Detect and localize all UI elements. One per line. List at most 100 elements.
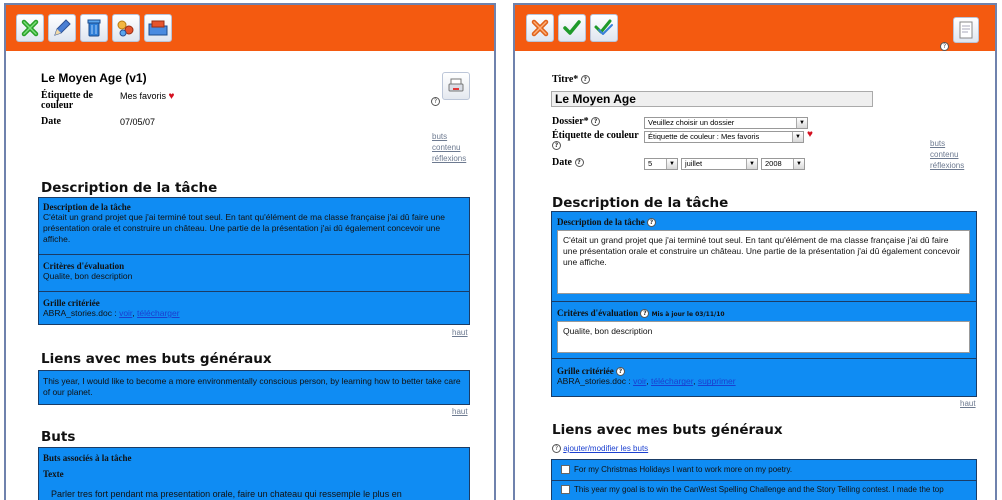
grid-download-link[interactable]: télécharger [651, 376, 693, 386]
folder-select-value: Veuillez choisir un dossier [648, 118, 735, 127]
description-box-title: Description de la tâche ? [557, 217, 656, 228]
link-contenu[interactable]: contenu [432, 143, 460, 152]
description-box-title-text: Description de la tâche [557, 217, 645, 227]
grid-title: Grille critériée [43, 298, 100, 308]
link-reflexions[interactable]: réflexions [930, 161, 964, 170]
edit-toolbar: ? [515, 5, 995, 51]
help-icon[interactable]: ? [615, 367, 625, 377]
link-buts[interactable]: buts [432, 132, 447, 141]
etiquette-label: Étiquette de couleur? [552, 131, 639, 151]
chevron-down-icon: ▼ [746, 159, 757, 169]
tag-value: Mes favoris ♥ [120, 91, 174, 102]
buts-box-title: Buts associés à la tâche [43, 453, 132, 463]
title-input[interactable]: Le Moyen Age [551, 91, 873, 107]
goals-text: This year, I would like to become a more… [43, 376, 461, 397]
buts-heading: Buts [41, 429, 76, 445]
year-select[interactable]: 2008 ▼ [761, 158, 805, 170]
link-contenu[interactable]: contenu [930, 150, 958, 159]
description-textarea[interactable]: C'était un grand projet que j'ai terminé… [557, 230, 970, 294]
task-edit-panel: ? Titre* ? Le Moyen Age Dossier* ? Veuil… [513, 3, 997, 500]
help-icon[interactable]: ? [552, 444, 561, 454]
help-icon[interactable]: ? [591, 117, 601, 127]
grid-title: Grille critériée ? [557, 366, 971, 377]
chevron-down-icon: ▼ [792, 132, 803, 142]
titre-label-text: Titre* [552, 74, 579, 85]
buts-text: Parler tres fort pendant ma presentation… [51, 489, 402, 499]
grid-view-link[interactable]: voir [633, 376, 646, 386]
criteria-updated: Mis à jour le 03/11/10 [651, 311, 725, 318]
share-icon[interactable] [112, 14, 140, 42]
grid-delete-link[interactable]: supprimer [698, 376, 736, 386]
criteria-textarea[interactable]: Qualite, bon description [557, 321, 970, 353]
grid-file-name: ABRA_stories.doc : [43, 308, 120, 318]
task-view-panel: Le Moyen Age (v1) Étiquette de couleur M… [4, 3, 496, 500]
goal-checkbox[interactable] [561, 465, 570, 475]
view-toolbar [6, 5, 494, 51]
trash-icon[interactable] [80, 14, 108, 42]
date-label-text: Date [552, 157, 572, 168]
help-icon[interactable]: ? [431, 97, 440, 106]
help-icon[interactable]: ? [574, 158, 584, 168]
tag-select[interactable]: Étiquette de couleur : Mes favoris ▼ [644, 131, 804, 143]
tag-value-text: Mes favoris [120, 91, 167, 101]
date-value: 07/05/07 [120, 117, 156, 127]
move-folder-icon[interactable] [144, 14, 172, 42]
month-select[interactable]: juillet ▼ [681, 158, 758, 170]
print-icon[interactable] [442, 72, 470, 100]
edit-goals-link[interactable]: ajouter/modifier les buts [563, 444, 648, 453]
haut-link-2[interactable]: haut [452, 407, 468, 416]
grid-download-link[interactable]: télécharger [137, 308, 180, 318]
help-icon[interactable]: ? [940, 42, 949, 51]
goal-text: This year my goal is to win the CanWest … [574, 485, 944, 494]
edit-pencil-icon[interactable] [48, 14, 76, 42]
task-title: Le Moyen Age (v1) [41, 71, 147, 85]
description-heading: Description de la tâche [41, 180, 218, 196]
goal-checkbox[interactable] [561, 485, 570, 495]
folder-select[interactable]: Veuillez choisir un dossier ▼ [644, 117, 808, 129]
haut-link[interactable]: haut [452, 328, 468, 337]
goals-edit-row: ? ajouter/modifier les buts [552, 444, 648, 454]
grid-title-text: Grille critériée [557, 366, 614, 376]
titre-label: Titre* ? [552, 75, 590, 85]
month-select-value: juillet [685, 159, 703, 168]
goal-row[interactable]: For my Christmas Holidays I want to work… [552, 461, 976, 479]
haut-link[interactable]: haut [960, 399, 976, 408]
heart-icon: ♥ [168, 91, 175, 102]
texte-label: Texte [43, 469, 64, 479]
grid-file-name: ABRA_stories.doc : [557, 376, 634, 387]
chevron-down-icon: ▼ [796, 118, 807, 128]
goal-text: For my Christmas Holidays I want to work… [574, 465, 793, 474]
help-icon[interactable]: ? [580, 75, 590, 85]
help-icon[interactable]: ? [647, 218, 656, 228]
etiquette-label-text: Étiquette de couleur [552, 130, 639, 141]
criteria-title: Critères d'évaluation ? Mis à jour le 03… [557, 308, 725, 319]
chevron-down-icon: ▼ [793, 159, 804, 169]
buts-box: Buts associés à la tâche Texte Parler tr… [38, 447, 470, 500]
goals-heading: Liens avec mes buts généraux [552, 422, 783, 438]
description-text: C'était un grand projet que j'ai terminé… [43, 212, 445, 244]
save-all-check-icon[interactable] [590, 14, 618, 42]
date-label: Date [41, 116, 61, 127]
description-box: Description de la tâche C'était un grand… [38, 197, 470, 325]
goal-row[interactable]: This year my goal is to win the CanWest … [552, 480, 976, 498]
help-icon[interactable]: ? [640, 309, 650, 319]
cancel-x-icon[interactable] [526, 14, 554, 42]
description-box: Description de la tâche ? C'était un gra… [551, 211, 977, 397]
close-x-icon[interactable] [16, 14, 44, 42]
dossier-label: Dossier* ? [552, 117, 601, 127]
grid-view-link[interactable]: voir [119, 308, 132, 318]
day-select[interactable]: 5 ▼ [644, 158, 678, 170]
help-icon[interactable]: ? [552, 141, 561, 151]
criteria-title: Critères d'évaluation [43, 261, 125, 271]
link-buts[interactable]: buts [930, 139, 945, 148]
grid-file-line: ABRA_stories.doc : voir, télécharger, su… [557, 376, 736, 387]
document-icon[interactable] [953, 17, 979, 43]
goals-heading: Liens avec mes buts généraux [41, 351, 272, 367]
date-label: Date ? [552, 158, 584, 168]
link-reflexions[interactable]: réflexions [432, 154, 466, 163]
grid-file-line: ABRA_stories.doc : voir, télécharger [43, 308, 465, 319]
description-heading: Description de la tâche [552, 195, 729, 211]
tag-select-value: Étiquette de couleur : Mes favoris [648, 132, 760, 141]
heart-icon: ♥ [807, 129, 813, 140]
save-check-icon[interactable] [558, 14, 586, 42]
